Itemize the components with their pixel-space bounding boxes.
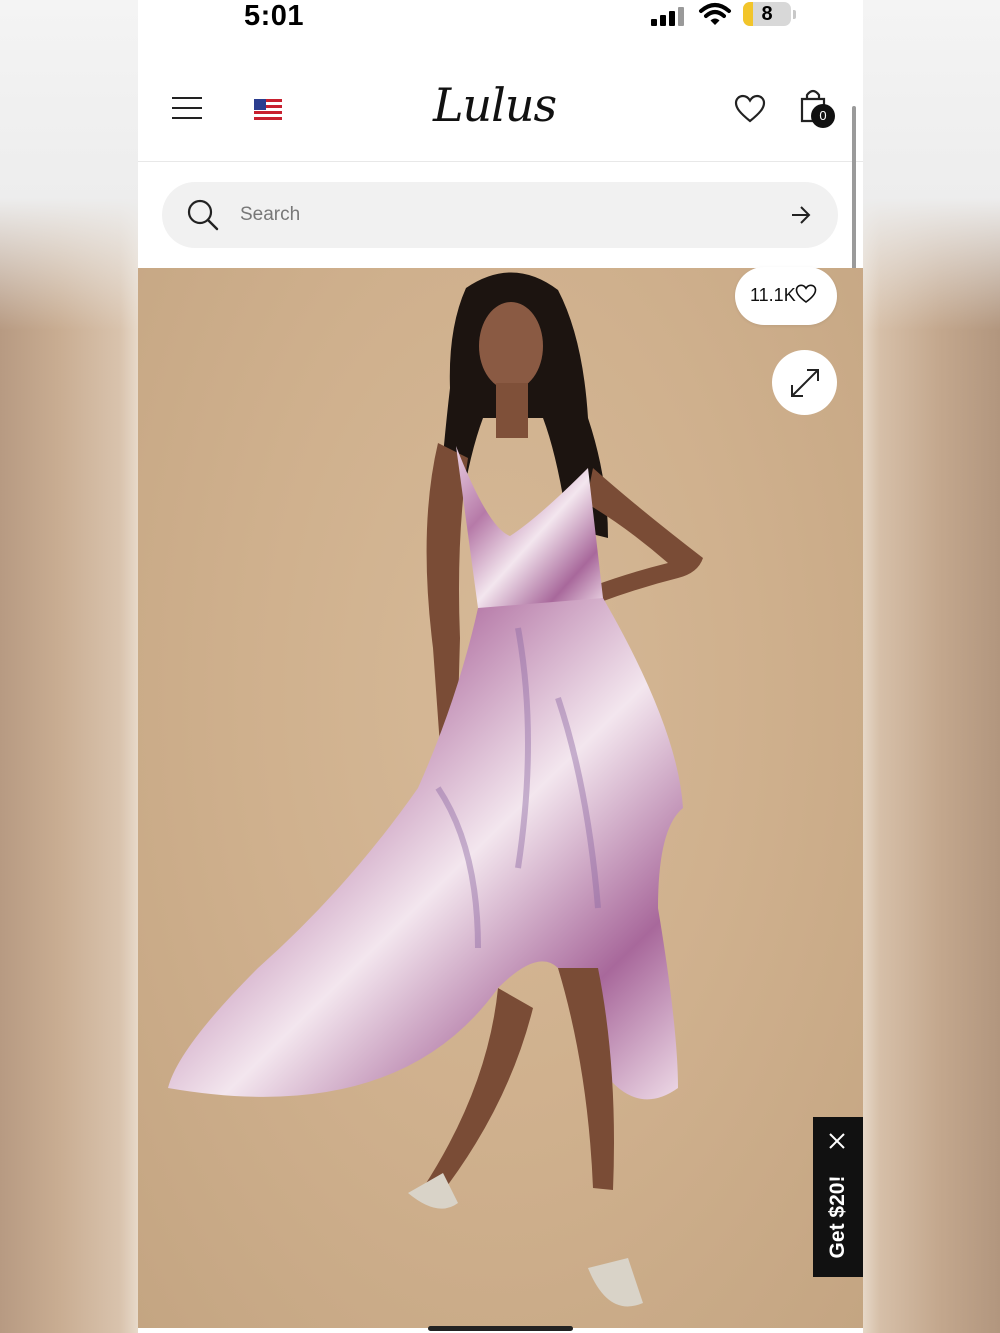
product-image[interactable]: [138, 268, 863, 1328]
us-flag-icon[interactable]: [254, 99, 282, 120]
phone-screen: 5:01 8 Lulus 0 Search 11.1K Get $20!: [138, 0, 863, 1333]
menu-icon[interactable]: [172, 96, 202, 120]
promo-tab[interactable]: Get $20!: [813, 1117, 863, 1277]
scrollbar[interactable]: [852, 106, 856, 292]
search-icon: [187, 199, 219, 231]
signal-icon: [651, 6, 687, 26]
likes-count: 11.1K: [750, 285, 796, 305]
home-indicator[interactable]: [428, 1326, 573, 1331]
model-dress-photo: [168, 272, 703, 1307]
site-header: Lulus 0: [138, 60, 863, 162]
lulus-logo[interactable]: Lulus: [433, 78, 568, 138]
status-time: 5:01: [244, 0, 305, 32]
status-bar: 5:01 8: [138, 0, 863, 36]
close-icon[interactable]: [828, 1132, 846, 1150]
search-input[interactable]: [240, 196, 760, 234]
battery-tip: [793, 10, 796, 19]
arrow-right-icon[interactable]: [790, 205, 812, 225]
expand-icon: [791, 369, 819, 397]
bag-count-badge: 0: [811, 104, 835, 128]
battery-level: 8: [761, 3, 773, 25]
likes-button[interactable]: 11.1K: [735, 267, 837, 325]
battery-icon: 8: [743, 2, 791, 26]
expand-image-button[interactable]: [772, 350, 837, 415]
wifi-icon: [699, 3, 731, 25]
search-bar[interactable]: [162, 182, 838, 248]
heart-outline-icon: [795, 284, 817, 303]
promo-label[interactable]: Get $20!: [823, 1162, 853, 1272]
heart-icon[interactable]: [734, 94, 766, 124]
